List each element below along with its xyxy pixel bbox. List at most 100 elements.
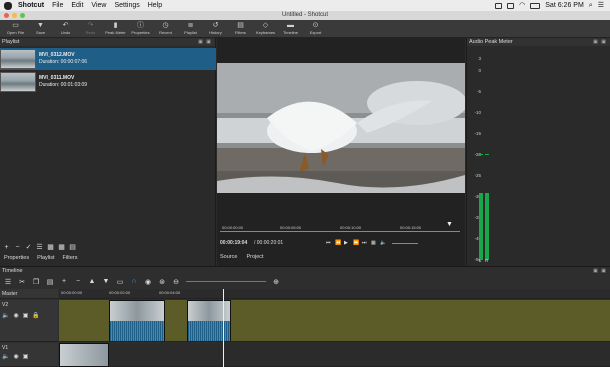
check-icon[interactable]: ✓ bbox=[25, 244, 32, 251]
play-icon[interactable]: ▶ bbox=[344, 240, 353, 246]
playlist-item[interactable]: MVI_0312.MOV Duration: 00:00:07:06 bbox=[0, 48, 216, 70]
composite-icon[interactable]: ▣ bbox=[23, 353, 29, 360]
zoom-icon[interactable] bbox=[20, 13, 25, 18]
split-icon[interactable]: ▭ bbox=[116, 278, 124, 286]
tab-playlist[interactable]: Playlist bbox=[37, 253, 54, 263]
scrub-icon[interactable]: ◉ bbox=[144, 278, 152, 286]
meter-bar-right bbox=[485, 193, 489, 260]
playlist-item[interactable]: MVI_0311.MOV Duration: 00:01:03:09 bbox=[0, 71, 216, 93]
export-button[interactable]: ⊙ Export bbox=[303, 20, 328, 38]
tab-source[interactable]: Source bbox=[220, 254, 237, 260]
menu-view[interactable]: View bbox=[91, 0, 106, 11]
recent-button[interactable]: ◷ Recent bbox=[153, 20, 178, 38]
filters-button[interactable]: ▤ Filters bbox=[228, 20, 253, 38]
visibility-icon[interactable]: ◉ bbox=[13, 353, 18, 360]
fast-forward-icon[interactable]: ⏩ bbox=[353, 240, 362, 246]
menu-help[interactable]: Help bbox=[148, 0, 162, 11]
panel-float-icon[interactable]: ▣ ▣ bbox=[198, 39, 212, 45]
ripple-icon[interactable]: ⊛ bbox=[158, 278, 166, 286]
viewer-ruler[interactable]: 00:00:00:00 00:00:05:00 00:00:10:00 00:0… bbox=[220, 221, 460, 234]
properties-button[interactable]: ⓘ Properties bbox=[128, 20, 153, 38]
menu-settings[interactable]: Settings bbox=[114, 0, 139, 11]
skip-start-icon[interactable]: ⏮ bbox=[326, 240, 335, 246]
keyframes-button[interactable]: ◇ Keyframes bbox=[253, 20, 278, 38]
list-icon[interactable]: ☰ bbox=[598, 0, 604, 11]
copy-icon[interactable]: ❐ bbox=[32, 278, 40, 286]
menu-file[interactable]: File bbox=[52, 0, 63, 11]
apple-icon[interactable] bbox=[4, 1, 12, 10]
wifi-icon[interactable]: ◠ bbox=[519, 0, 525, 11]
playlist-button[interactable]: ≣ Playlist bbox=[178, 20, 203, 38]
timeline-clip[interactable] bbox=[109, 300, 165, 341]
close-icon[interactable] bbox=[4, 13, 9, 18]
append-icon[interactable]: + bbox=[60, 278, 68, 285]
timeline-button[interactable]: ▬ Timeline bbox=[278, 20, 303, 38]
video-frame[interactable] bbox=[217, 63, 465, 193]
track-header-master[interactable]: Master bbox=[0, 289, 58, 299]
status-icon[interactable] bbox=[507, 2, 515, 9]
skip-end-icon[interactable]: ⏭ bbox=[362, 240, 371, 246]
mute-icon[interactable]: 🔈 bbox=[2, 353, 9, 360]
track-v2[interactable] bbox=[59, 300, 610, 342]
ruler-label: 00:00:05:00 bbox=[280, 225, 302, 230]
playlist-panel: Playlist ▣ ▣ MVI_0312.MOV Duration: 00:0… bbox=[0, 38, 216, 266]
ruler-label: 00:00:00:00 bbox=[61, 290, 83, 295]
history-button[interactable]: ↺ History bbox=[203, 20, 228, 38]
clock[interactable]: Sat 6:26 PM bbox=[545, 0, 584, 11]
menu-icon[interactable]: ☰ bbox=[4, 278, 12, 286]
track-header-v1[interactable]: V1 🔈 ◉ ▣ bbox=[0, 343, 58, 367]
battery-icon[interactable] bbox=[530, 2, 541, 9]
ruler-line bbox=[220, 231, 460, 232]
track-header-v2[interactable]: V2 🔈 ◉ ▣ 🔒 bbox=[0, 300, 58, 342]
tab-project[interactable]: Project bbox=[246, 254, 263, 260]
panel-float-icon[interactable]: ▣ ▣ bbox=[593, 268, 607, 274]
jog-slider[interactable] bbox=[392, 242, 418, 244]
meter-bar-left bbox=[479, 193, 483, 260]
timeline-clip[interactable] bbox=[187, 300, 231, 341]
zoom-out-icon[interactable]: ⊖ bbox=[172, 278, 180, 286]
timeline-playhead[interactable] bbox=[223, 289, 224, 367]
remove-icon[interactable]: − bbox=[14, 244, 21, 251]
tiles-view-icon[interactable]: ▦ bbox=[58, 244, 65, 251]
grid-icon[interactable]: ▦ bbox=[371, 240, 380, 246]
timeline-clip[interactable] bbox=[59, 343, 109, 367]
menu-icon[interactable]: ▤ bbox=[69, 244, 76, 251]
playhead-icon[interactable]: ▼ bbox=[446, 221, 453, 228]
search-icon[interactable]: ⌕ bbox=[589, 0, 593, 11]
timeline-ruler[interactable]: 00:00:00:00 00:00:02:00 00:00:04:00 bbox=[59, 289, 610, 299]
rewind-icon[interactable]: ⏪ bbox=[335, 240, 344, 246]
peak-meter-button[interactable]: ▮ Peak Meter bbox=[103, 20, 128, 38]
zoom-slider[interactable] bbox=[186, 281, 266, 282]
paste-icon[interactable]: ▤ bbox=[46, 278, 54, 286]
tab-properties[interactable]: Properties bbox=[4, 253, 29, 263]
volume-icon[interactable]: 🔈 bbox=[380, 240, 392, 246]
add-icon[interactable]: + bbox=[3, 244, 10, 251]
composite-icon[interactable]: ▣ bbox=[23, 312, 29, 319]
mute-icon[interactable]: 🔈 bbox=[2, 312, 9, 319]
tab-filters[interactable]: Filters bbox=[63, 253, 78, 263]
recent-icon: ◷ bbox=[162, 22, 169, 29]
snap-icon[interactable]: ∩ bbox=[130, 278, 138, 285]
panel-float-icon[interactable]: ▣ ▣ bbox=[593, 39, 607, 45]
track-v1[interactable] bbox=[59, 343, 610, 367]
grid-view-icon[interactable]: ▦ bbox=[47, 244, 54, 251]
cut-icon[interactable]: ✂ bbox=[18, 278, 26, 286]
remove-icon[interactable]: − bbox=[74, 278, 82, 285]
open-file-button[interactable]: ▭ Open File bbox=[3, 20, 28, 38]
status-icon[interactable] bbox=[495, 2, 503, 9]
lift-icon[interactable]: ▲ bbox=[88, 278, 96, 285]
zoom-in-icon[interactable]: ⊕ bbox=[272, 278, 280, 286]
redo-button[interactable]: ↷ Redo bbox=[78, 20, 103, 38]
save-button[interactable]: ▼ Save bbox=[28, 20, 53, 38]
minimize-icon[interactable] bbox=[12, 13, 17, 18]
clip-name: MVI_0312.MOV bbox=[39, 52, 75, 58]
menu-edit[interactable]: Edit bbox=[71, 0, 83, 11]
list-view-icon[interactable]: ☰ bbox=[36, 244, 43, 251]
scale-label: -5 bbox=[476, 89, 481, 94]
current-time[interactable]: 00:00:19:04 bbox=[220, 240, 254, 246]
undo-button[interactable]: ↶ Undo bbox=[53, 20, 78, 38]
overwrite-icon[interactable]: ▼ bbox=[102, 278, 110, 285]
visibility-icon[interactable]: ◉ bbox=[13, 312, 18, 319]
menu-app[interactable]: Shotcut bbox=[18, 0, 44, 11]
lock-icon[interactable]: 🔒 bbox=[32, 312, 39, 319]
